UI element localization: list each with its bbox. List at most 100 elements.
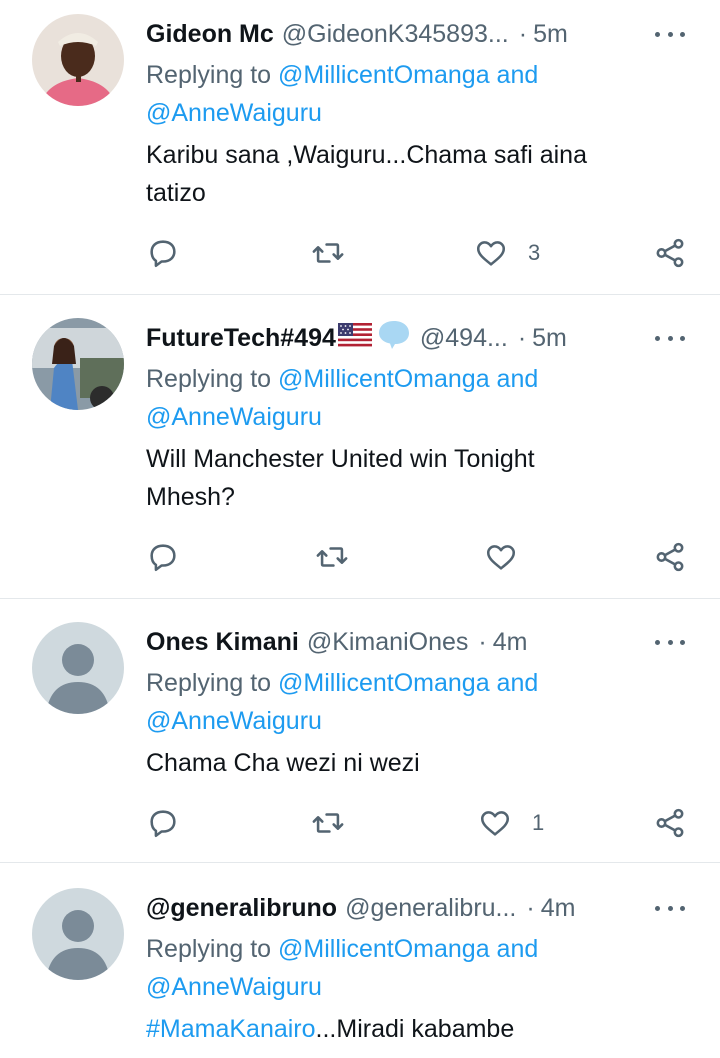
like-button[interactable]: 3 (474, 236, 540, 270)
tweet-text-line: tatizo (146, 179, 206, 207)
retweet-button[interactable] (315, 540, 349, 574)
reply-icon (146, 236, 180, 270)
replying-prefix: Replying to (146, 935, 272, 963)
replying-to: Replying to @MillicentOmanga and (146, 56, 538, 94)
reply-button[interactable] (146, 236, 180, 270)
tweet-header: FutureTech#494 @494... · 5m (146, 318, 567, 358)
more-icon[interactable] (652, 328, 688, 348)
tweet[interactable]: @generalibruno @generalibru... · 4m Repl… (0, 888, 720, 1058)
tweet-text-line: Will Manchester United win Tonight (146, 445, 535, 473)
mention-link[interactable]: @MillicentOmanga (278, 669, 490, 697)
tweet-header: Gideon Mc @GideonK345893... · 5m (146, 14, 568, 54)
replying-and[interactable]: and (497, 935, 539, 963)
timestamp[interactable]: 4m (493, 628, 528, 657)
mention-link[interactable]: @MillicentOmanga (278, 61, 490, 89)
author-handle[interactable]: @generalibru... (345, 894, 516, 923)
retweet-icon (311, 236, 345, 270)
reply-button[interactable] (146, 806, 180, 840)
share-button[interactable] (653, 236, 687, 270)
replying-to-line2: @AnneWaiguru (146, 398, 322, 436)
tweet[interactable]: Ones Kimani @KimaniOnes · 4m Replying to… (0, 622, 720, 862)
like-button[interactable] (484, 540, 518, 574)
tweet-text: #MamaKanairo...Miradi kabambe (146, 1010, 686, 1048)
timestamp[interactable]: 5m (533, 20, 568, 49)
like-count: 1 (532, 810, 545, 835)
mention-link[interactable]: @MillicentOmanga (278, 935, 490, 963)
author-name[interactable]: Gideon Mc (146, 20, 274, 49)
separator-dot: · (478, 627, 487, 656)
author-handle[interactable]: @KimaniOnes (307, 628, 469, 657)
replying-to-line2: @AnneWaiguru (146, 94, 322, 132)
mention-link[interactable]: @AnneWaiguru (146, 973, 322, 1001)
tweet-text: Karibu sana ,Waiguru...Chama safi aina t… (146, 136, 686, 212)
heart-icon (484, 540, 518, 574)
separator-dot: · (518, 19, 528, 48)
replying-to: Replying to @MillicentOmanga and (146, 664, 538, 702)
tweet-text-line: Karibu sana ,Waiguru...Chama safi aina (146, 141, 587, 169)
like-count: 3 (528, 240, 541, 265)
mention-link[interactable]: @AnneWaiguru (146, 707, 322, 735)
divider (0, 862, 720, 863)
avatar[interactable] (32, 622, 124, 714)
author-name[interactable]: @generalibruno (146, 894, 337, 923)
tweet-text-line: Mhesh? (146, 483, 235, 511)
replying-prefix: Replying to (146, 669, 272, 697)
more-icon[interactable] (652, 632, 688, 652)
tweet-text: Will Manchester United win Tonight Mhesh… (146, 440, 686, 516)
mention-link[interactable]: @AnneWaiguru (146, 403, 322, 431)
hashtag-link[interactable]: #MamaKanairo (146, 1015, 316, 1043)
mention-link[interactable]: @MillicentOmanga (278, 365, 490, 393)
author-name[interactable]: Ones Kimani (146, 628, 299, 657)
avatar[interactable] (32, 318, 124, 410)
share-button[interactable] (653, 540, 687, 574)
tweet-text-line: Chama Cha wezi ni wezi (146, 749, 420, 777)
more-icon[interactable] (652, 24, 688, 44)
heart-icon (474, 236, 508, 270)
divider (0, 294, 720, 295)
speech-bubble-icon (376, 318, 412, 359)
replying-to: Replying to @MillicentOmanga and (146, 360, 538, 398)
author-emojis (337, 318, 412, 359)
replying-to: Replying to @MillicentOmanga and (146, 930, 538, 968)
divider (0, 598, 720, 599)
tweet-feed: Gideon Mc @GideonK345893... · 5m Replyin… (0, 0, 720, 1058)
timestamp[interactable]: 4m (541, 894, 576, 923)
tweet[interactable]: Gideon Mc @GideonK345893... · 5m Replyin… (0, 14, 720, 294)
us-flag-icon (337, 322, 372, 354)
reply-button[interactable] (146, 540, 180, 574)
author-handle[interactable]: @494... (420, 324, 508, 353)
retweet-button[interactable] (311, 806, 345, 840)
tweet-text: Chama Cha wezi ni wezi (146, 744, 686, 782)
share-icon (653, 806, 687, 840)
retweet-icon (315, 540, 349, 574)
timestamp[interactable]: 5m (532, 324, 567, 353)
tweet[interactable]: FutureTech#494 @494... · 5m Replying to … (0, 318, 720, 598)
replying-to-line2: @AnneWaiguru (146, 702, 322, 740)
tweet-text-rest: ...Miradi kabambe (315, 1015, 515, 1043)
reply-icon (146, 806, 180, 840)
like-button[interactable]: 1 (478, 806, 544, 840)
tweet-header: Ones Kimani @KimaniOnes · 4m (146, 622, 527, 662)
retweet-icon (311, 806, 345, 840)
replying-and[interactable]: and (497, 61, 539, 89)
share-icon (653, 540, 687, 574)
separator-dot: · (526, 893, 535, 922)
more-icon[interactable] (652, 898, 688, 918)
avatar[interactable] (32, 14, 124, 106)
avatar[interactable] (32, 888, 124, 980)
replying-and[interactable]: and (497, 365, 539, 393)
separator-dot: · (517, 323, 527, 352)
tweet-header: @generalibruno @generalibru... · 4m (146, 888, 575, 928)
retweet-button[interactable] (311, 236, 345, 270)
replying-and[interactable]: and (497, 669, 539, 697)
author-name[interactable]: FutureTech#494 (146, 324, 336, 353)
share-button[interactable] (653, 806, 687, 840)
replying-to-line2: @AnneWaiguru (146, 968, 322, 1006)
author-handle[interactable]: @GideonK345893... (282, 20, 509, 49)
mention-link[interactable]: @AnneWaiguru (146, 99, 322, 127)
share-icon (653, 236, 687, 270)
replying-prefix: Replying to (146, 365, 272, 393)
reply-icon (146, 540, 180, 574)
replying-prefix: Replying to (146, 61, 272, 89)
heart-icon (478, 806, 512, 840)
